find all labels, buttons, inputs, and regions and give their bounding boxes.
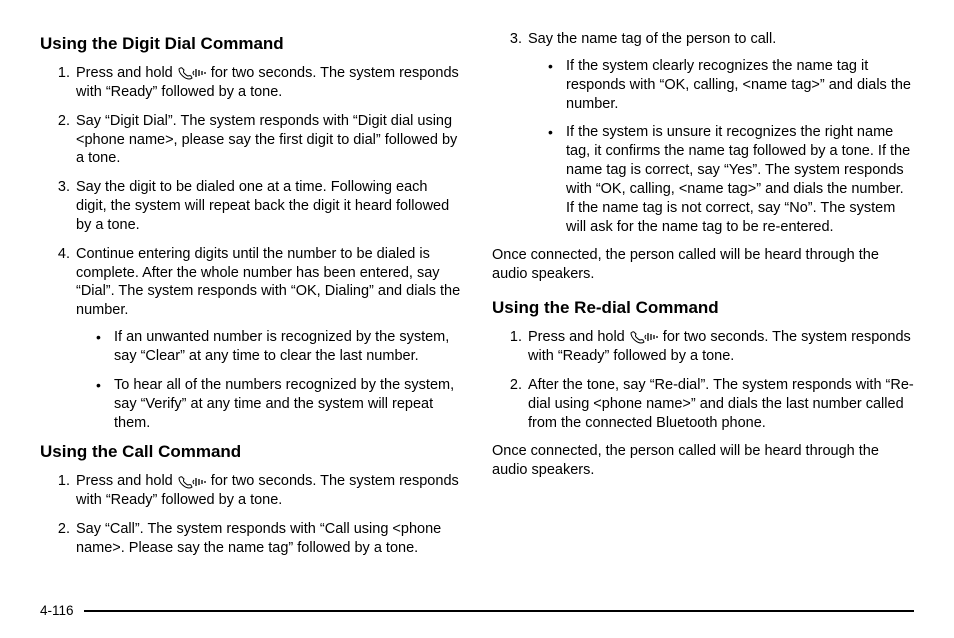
list-item: If the system is unsure it recognizes th… (548, 123, 914, 236)
phone-voice-icon (177, 475, 207, 489)
list-item: Press and hold for two seconds. The syst… (74, 472, 462, 510)
heading-digit-dial: Using the Digit Dial Command (40, 34, 462, 54)
step-text: Continue entering digits until the numbe… (76, 246, 460, 319)
step-text-pre: Press and hold (76, 65, 177, 81)
heading-call-command: Using the Call Command (40, 442, 462, 462)
two-column-layout: Using the Digit Dial Command Press and h… (40, 30, 914, 568)
list-item: Continue entering digits until the numbe… (74, 245, 462, 433)
page-footer: 4-116 (40, 603, 914, 618)
phone-voice-icon (177, 66, 207, 80)
list-item: Press and hold for two seconds. The syst… (526, 328, 914, 366)
document-page: Using the Digit Dial Command Press and h… (0, 0, 954, 638)
list-item: After the tone, say “Re-dial”. The syste… (526, 376, 914, 433)
paragraph: Once connected, the person called will b… (492, 442, 914, 480)
step-text: Say the name tag of the person to call. (528, 31, 776, 47)
left-column: Using the Digit Dial Command Press and h… (40, 30, 462, 568)
digit-dial-sublist: If an unwanted number is recognized by t… (76, 328, 462, 432)
list-item: Say “Call”. The system responds with “Ca… (74, 520, 462, 558)
list-item: Say “Digit Dial”. The system responds wi… (74, 112, 462, 169)
redial-steps: Press and hold for two seconds. The syst… (492, 328, 914, 432)
list-item: Say the name tag of the person to call. … (526, 30, 914, 236)
heading-redial-command: Using the Re-dial Command (492, 298, 914, 318)
digit-dial-steps: Press and hold for two seconds. The syst… (40, 64, 462, 432)
list-item: If an unwanted number is recognized by t… (96, 328, 462, 366)
right-column: Say the name tag of the person to call. … (492, 30, 914, 568)
call-steps: Press and hold for two seconds. The syst… (40, 472, 462, 557)
step-text-pre: Press and hold (76, 473, 177, 489)
page-number: 4-116 (40, 603, 74, 618)
list-item: Say the digit to be dialed one at a time… (74, 178, 462, 235)
list-item: To hear all of the numbers recognized by… (96, 376, 462, 433)
call-sublist: If the system clearly recognizes the nam… (528, 57, 914, 237)
call-steps-continued: Say the name tag of the person to call. … (492, 30, 914, 236)
paragraph: Once connected, the person called will b… (492, 246, 914, 284)
step-text-pre: Press and hold (528, 329, 629, 345)
list-item: If the system clearly recognizes the nam… (548, 57, 914, 114)
footer-rule (84, 610, 914, 612)
phone-voice-icon (629, 330, 659, 344)
list-item: Press and hold for two seconds. The syst… (74, 64, 462, 102)
